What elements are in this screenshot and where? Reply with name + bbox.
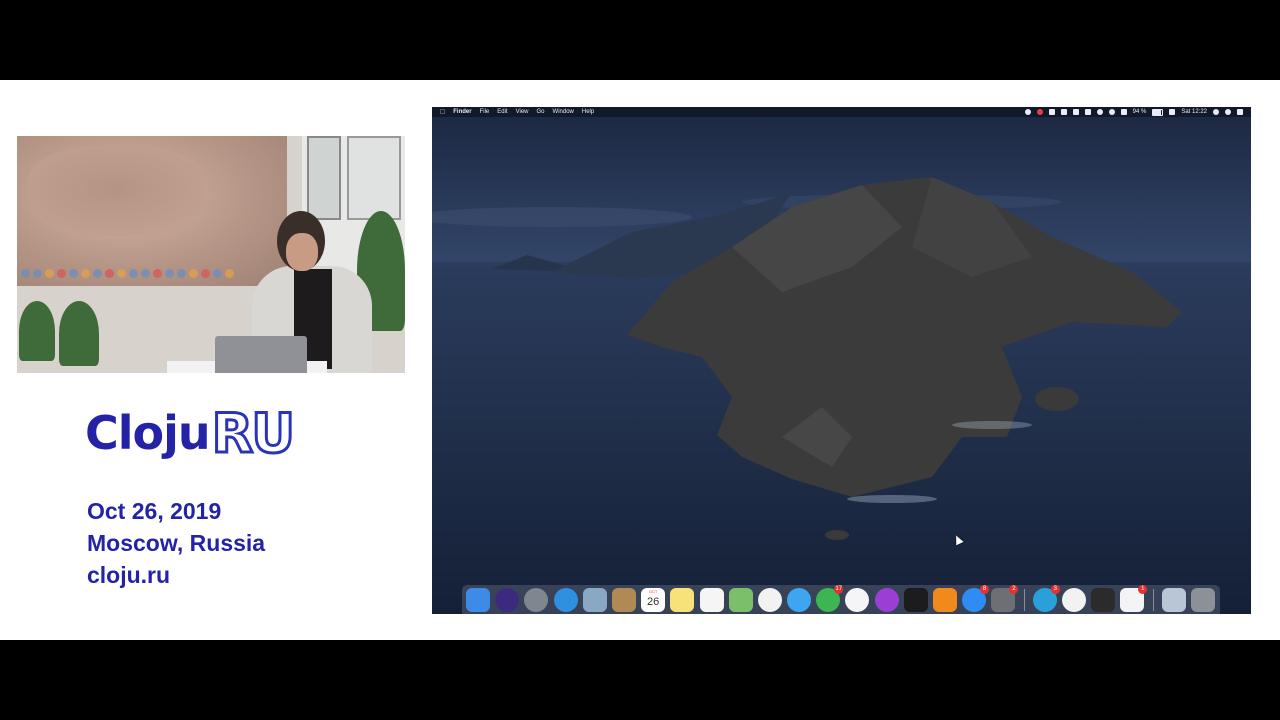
status-airplay-icon[interactable] [1060, 109, 1067, 115]
battery-icon[interactable] [1152, 108, 1164, 116]
event-website: cloju.ru [87, 562, 171, 588]
menu-edit[interactable]: Edit [497, 109, 507, 115]
status-box-icon[interactable] [1084, 109, 1091, 115]
menu-clock[interactable]: Sat 12:22 [1181, 109, 1207, 115]
status-app-red-icon[interactable] [1036, 109, 1043, 115]
battery-percent[interactable]: 94 % [1133, 109, 1147, 115]
menu-file[interactable]: File [480, 109, 490, 115]
wifi-icon[interactable] [1108, 109, 1115, 115]
clojuru-logo: Cloju RU [85, 398, 297, 468]
logo-text-main: Cloju [85, 406, 211, 460]
dock-photos-icon[interactable] [757, 587, 782, 612]
dock-safari-icon[interactable] [553, 587, 578, 612]
slide: Cloju RU Oct 26, 2019 Moscow, Russia cloj… [0, 80, 1280, 640]
catalina-wallpaper [432, 107, 1251, 614]
dock-reminders-icon[interactable] [699, 587, 724, 612]
dock-documents-folder-icon[interactable] [1161, 587, 1186, 612]
event-date: Oct 26, 2019 [87, 498, 222, 524]
dock-trash-icon[interactable] [1190, 587, 1215, 612]
dock-separator [1152, 588, 1154, 611]
bluetooth-icon[interactable] [1096, 109, 1103, 115]
dock-badge: 3 [1050, 584, 1060, 594]
dock-system-preferences-icon[interactable]: 2 [991, 584, 1019, 612]
dock-books-icon[interactable] [933, 587, 957, 612]
dock-finder-icon[interactable] [466, 587, 490, 612]
menu-go[interactable]: Go [537, 109, 545, 115]
apple-menu-icon[interactable]:  [440, 109, 445, 116]
volume-icon[interactable] [1120, 109, 1127, 115]
status-cup-icon[interactable] [1048, 109, 1055, 115]
status-circle-icon[interactable] [1024, 109, 1031, 115]
dock: OCT 26 17 8 2 3 1 [462, 584, 1220, 614]
menu-window[interactable]: Window [553, 109, 574, 115]
menu-bar:  Finder File Edit View Go Window Help 9… [432, 107, 1251, 117]
dock-contacts-icon[interactable] [611, 587, 636, 612]
dock-badge: 17 [834, 584, 844, 594]
dock-siri-icon[interactable] [495, 587, 520, 612]
status-accessibility-icon[interactable] [1072, 109, 1079, 115]
user-icon[interactable] [1225, 109, 1231, 115]
dock-badge: 8 [980, 584, 990, 594]
event-info: Oct 26, 2019 Moscow, Russia cloju.ru [87, 495, 265, 591]
projector-screen [17, 136, 287, 286]
dock-maps-icon[interactable] [728, 587, 753, 612]
dock-music-icon[interactable] [845, 587, 870, 612]
dock-badge: 1 [1138, 584, 1148, 594]
menu-help[interactable]: Help [582, 109, 594, 115]
dock-mail-icon[interactable] [582, 587, 607, 612]
dock-slack-icon[interactable]: 1 [1120, 584, 1148, 612]
keyboard-layout-icon[interactable] [1169, 109, 1176, 115]
dock-separator [1023, 588, 1025, 611]
dock-podcasts-icon[interactable] [874, 587, 899, 612]
dock-chrome-icon[interactable] [1061, 587, 1086, 612]
dock-tv-icon[interactable] [903, 587, 928, 612]
menu-view[interactable]: View [516, 109, 529, 115]
speaker-camera-feed [17, 136, 405, 373]
dock-launchpad-icon[interactable] [524, 587, 549, 612]
mac-desktop:  Finder File Edit View Go Window Help 9… [432, 107, 1251, 614]
dock-badge: 2 [1009, 584, 1019, 594]
dock-calendar-icon[interactable]: OCT 26 [641, 587, 666, 612]
logo-text-accent: RU [210, 400, 296, 466]
dock-terminal-icon[interactable] [1091, 587, 1116, 612]
notification-center-icon[interactable] [1237, 109, 1243, 115]
event-location: Moscow, Russia [87, 530, 266, 556]
dock-app-store-icon[interactable]: 8 [962, 584, 990, 612]
menu-app-finder[interactable]: Finder [453, 109, 471, 115]
calendar-day: 26 [647, 595, 660, 608]
calendar-month: OCT [648, 588, 658, 594]
projected-dock [21, 269, 261, 281]
spotlight-search-icon[interactable] [1213, 109, 1219, 115]
plant-left [19, 301, 55, 361]
dock-facetime-icon[interactable]: 17 [816, 584, 844, 612]
dock-telegram-icon[interactable]: 3 [1032, 584, 1060, 612]
laptop [215, 336, 307, 373]
plant-middle [59, 301, 99, 366]
dock-notes-icon[interactable] [670, 587, 695, 612]
dock-messages-icon[interactable] [787, 587, 812, 612]
